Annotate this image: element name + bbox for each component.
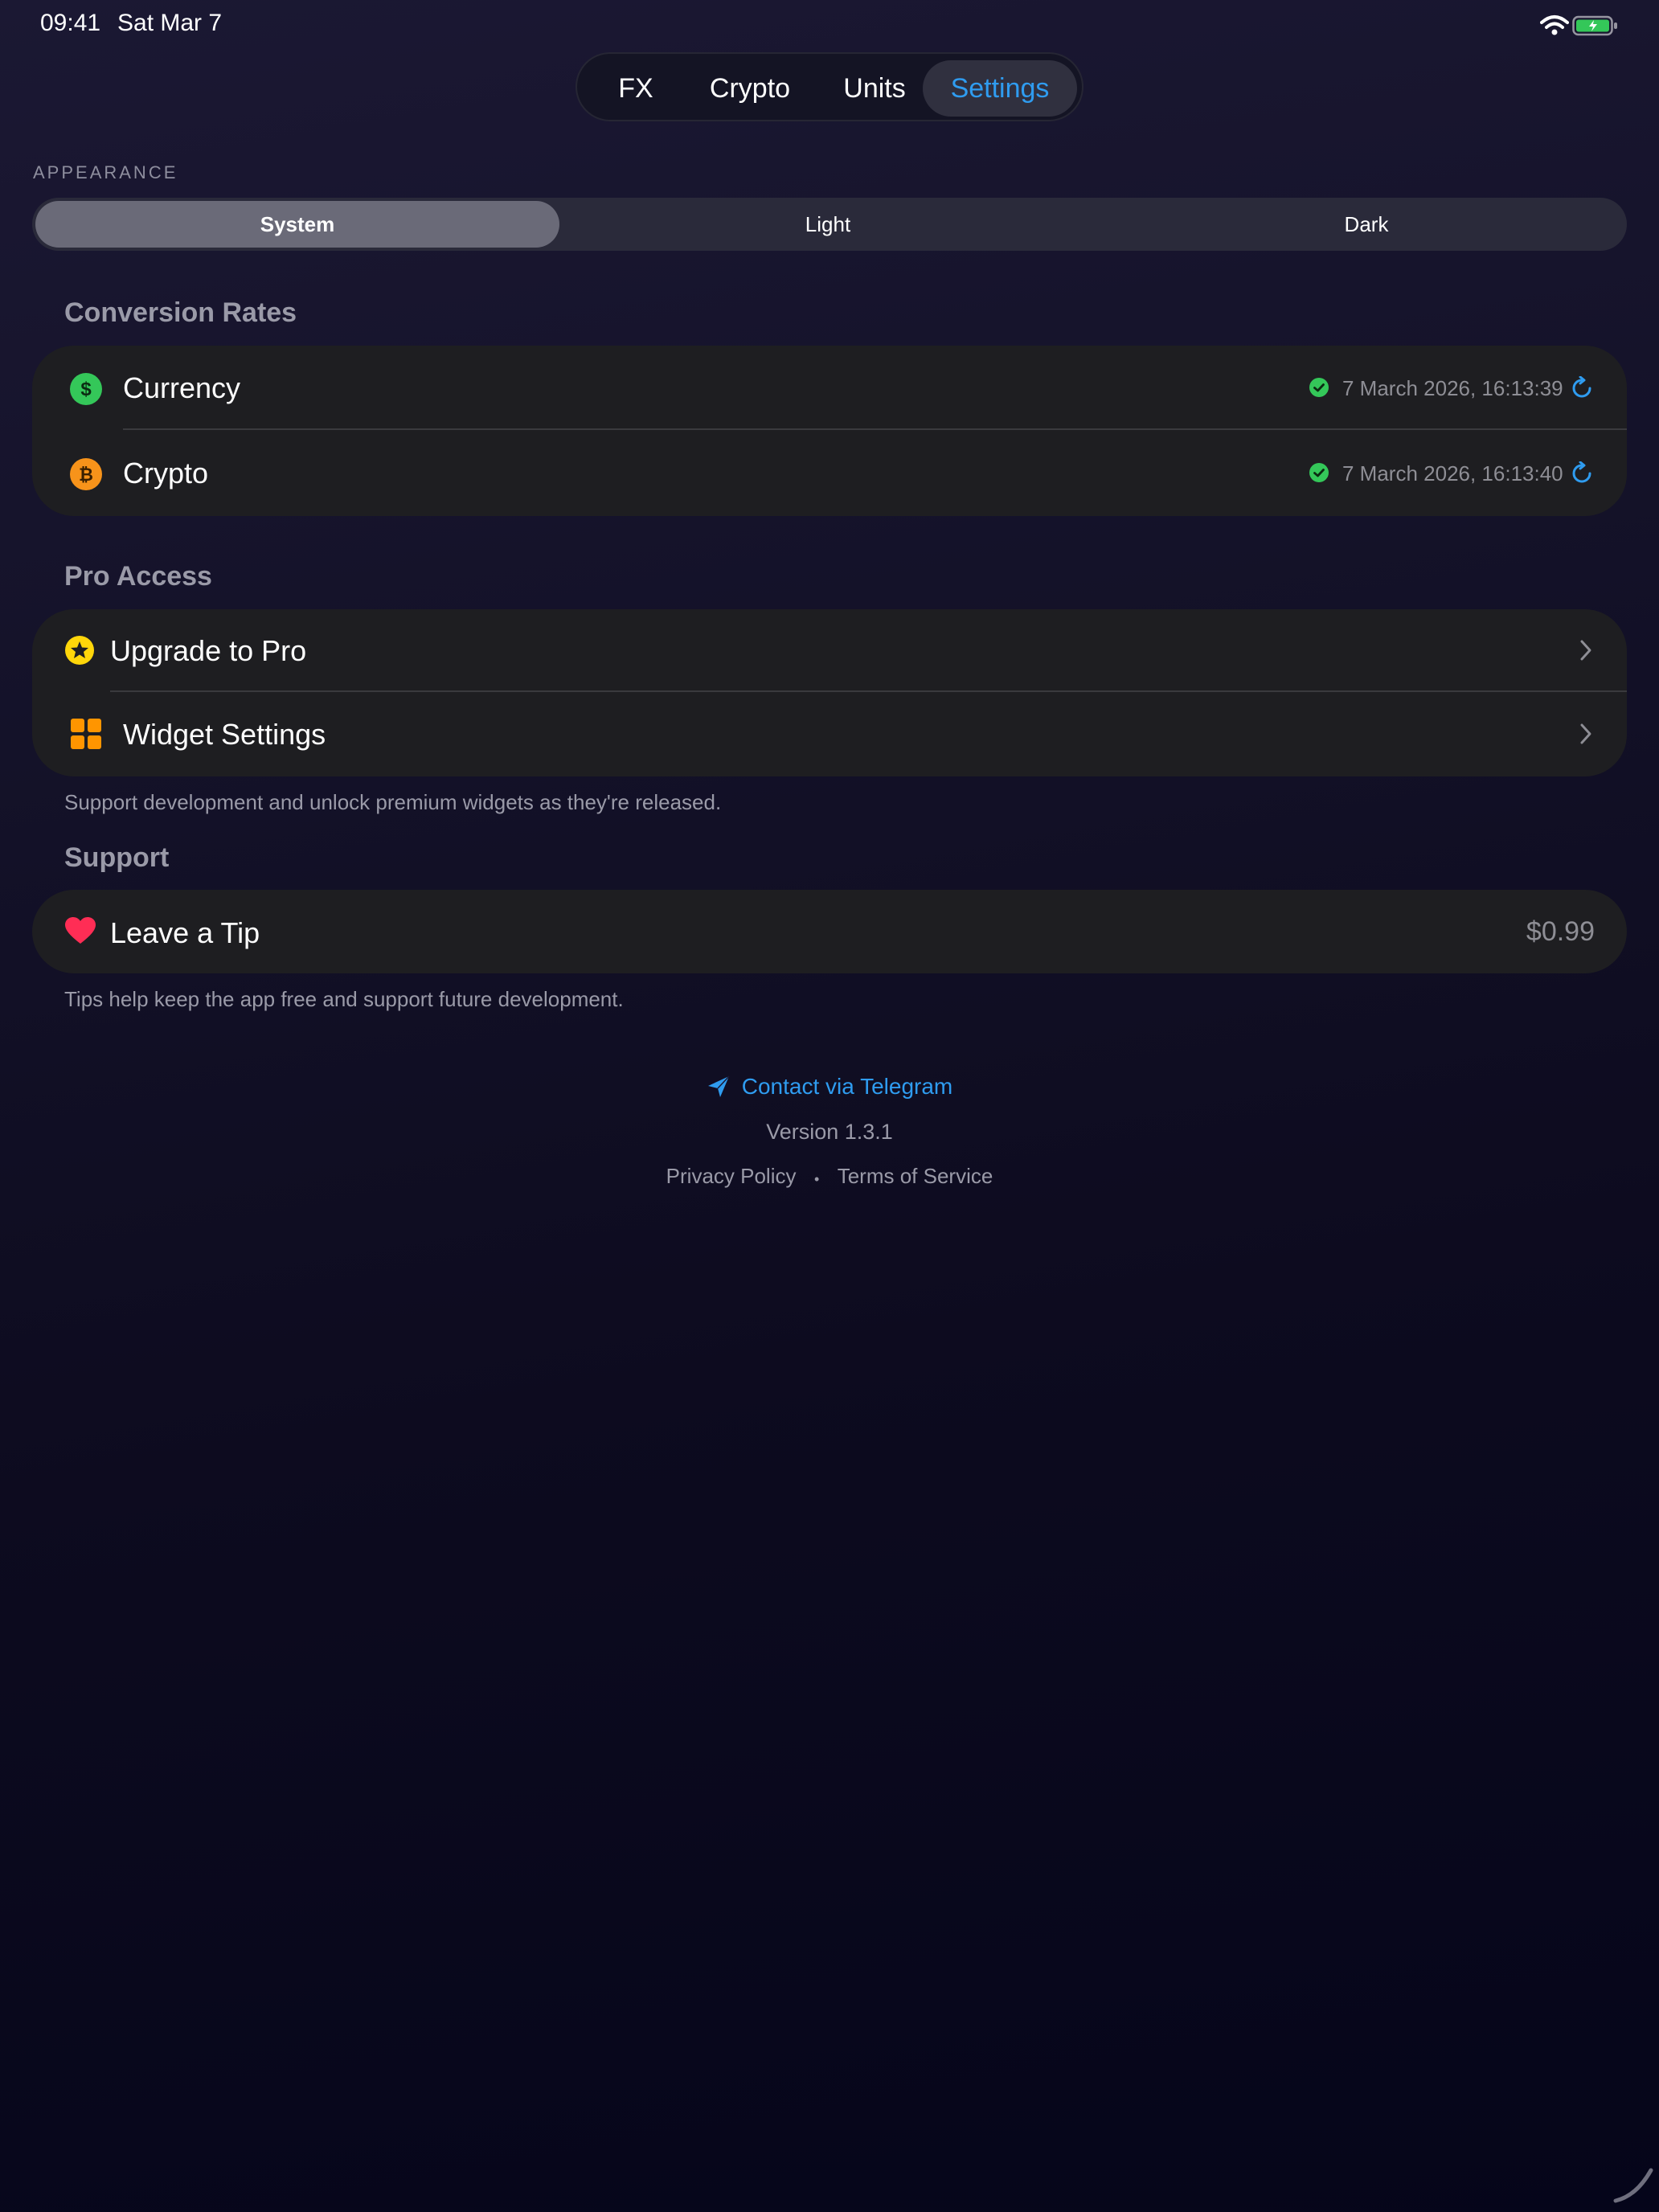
tab-units[interactable]: Units <box>818 60 931 117</box>
heart-icon <box>65 917 96 944</box>
crypto-label: Crypto <box>123 457 209 490</box>
appearance-dark-option[interactable]: Dark <box>1125 201 1608 248</box>
contact-telegram-label: Contact via Telegram <box>741 1074 953 1099</box>
crypto-rate-row: ₿ Crypto 7 March 2026, 16:13:40 <box>32 431 1627 514</box>
pencil-stroke-icon <box>1613 2168 1653 2203</box>
wifi-icon <box>1540 15 1569 35</box>
upgrade-to-pro-row[interactable]: Upgrade to Pro <box>32 609 1627 691</box>
grid-icon <box>71 719 101 749</box>
refresh-icon[interactable] <box>1571 461 1593 485</box>
pro-access-footnote: Support development and unlock premium w… <box>64 790 722 814</box>
status-time: 09:41 <box>40 10 101 36</box>
privacy-policy-link[interactable]: Privacy Policy <box>666 1164 797 1188</box>
crypto-updated-time: 7 March 2026, 16:13:40 <box>1342 461 1563 485</box>
pro-access-title: Pro Access <box>64 561 212 592</box>
legal-links: Privacy Policy • Terms of Service <box>0 1164 1659 1189</box>
svg-text:$: $ <box>80 379 92 400</box>
upgrade-to-pro-label: Upgrade to Pro <box>110 634 307 667</box>
dollar-icon: $ <box>70 373 102 405</box>
status-date: Sat Mar 7 <box>117 10 223 36</box>
contact-telegram-link[interactable]: Contact via Telegram <box>707 1074 953 1100</box>
battery-icon <box>1572 15 1617 36</box>
currency-label: Currency <box>123 371 241 404</box>
checkmark-circle-icon <box>1309 378 1329 397</box>
top-tab-bar: FX Crypto Units Settings <box>576 52 1083 121</box>
widget-settings-label: Widget Settings <box>123 718 326 751</box>
widget-settings-row[interactable]: Widget Settings <box>32 693 1627 775</box>
currency-rate-row: $ Currency 7 March 2026, 16:13:39 <box>32 346 1627 429</box>
appearance-segmented-control: System Light Dark <box>32 198 1627 251</box>
svg-text:₿: ₿ <box>79 465 93 485</box>
contact-telegram-link-wrap: Contact via Telegram <box>0 1074 1659 1103</box>
star-icon <box>65 636 94 665</box>
tab-settings[interactable]: Settings <box>923 60 1077 117</box>
paper-plane-icon <box>707 1075 730 1097</box>
support-footnote: Tips help keep the app free and support … <box>64 987 624 1011</box>
leave-a-tip-row[interactable]: Leave a Tip $0.99 <box>32 890 1627 973</box>
tip-price: $0.99 <box>1526 916 1595 947</box>
pro-access-card: Upgrade to Pro Widget Settings <box>32 609 1627 776</box>
conversion-rates-title: Conversion Rates <box>64 297 297 328</box>
checkmark-circle-icon <box>1309 463 1329 482</box>
appearance-caption: APPEARANCE <box>33 162 178 182</box>
appearance-system-option[interactable]: System <box>35 201 559 248</box>
link-separator: • <box>813 1171 820 1188</box>
conversion-rates-card: $ Currency 7 March 2026, 16:13:39 ₿ Cryp… <box>32 346 1627 516</box>
tab-crypto[interactable]: Crypto <box>690 60 810 117</box>
bitcoin-icon: ₿ <box>70 458 102 490</box>
leave-a-tip-label: Leave a Tip <box>110 916 260 949</box>
refresh-icon[interactable] <box>1571 376 1593 400</box>
chevron-right-icon <box>1580 640 1591 661</box>
tab-fx[interactable]: FX <box>592 60 680 117</box>
version-label: Version 1.3.1 <box>766 1120 893 1144</box>
currency-updated-time: 7 March 2026, 16:13:39 <box>1342 376 1563 400</box>
support-title: Support <box>64 842 170 873</box>
terms-of-service-link[interactable]: Terms of Service <box>838 1164 993 1188</box>
appearance-light-option[interactable]: Light <box>587 201 1069 248</box>
row-divider <box>123 428 1627 430</box>
row-divider <box>110 690 1627 692</box>
chevron-right-icon <box>1580 723 1591 744</box>
